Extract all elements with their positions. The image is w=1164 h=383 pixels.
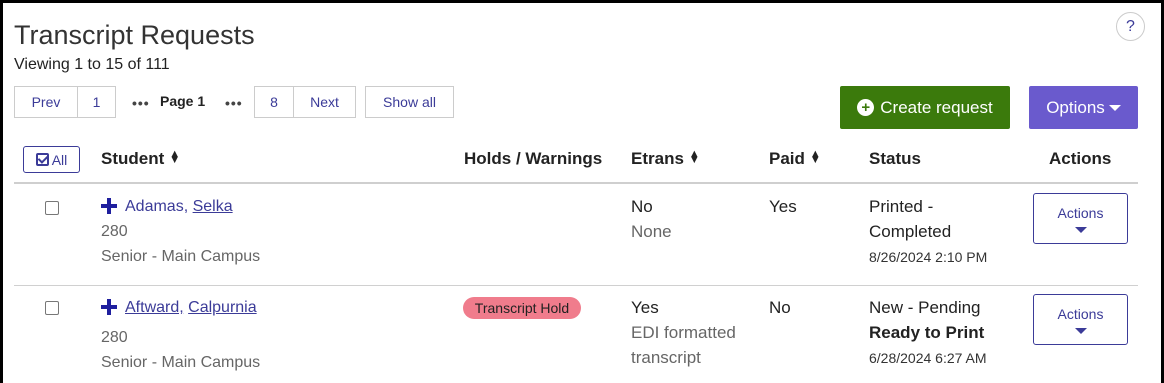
student-program: Senior - Main Campus: [101, 248, 261, 265]
request-date: 6/28/2024 6:27 AM: [869, 350, 987, 366]
etrans-column-header[interactable]: Etrans ▲ ▼: [631, 149, 700, 169]
header-divider: [14, 182, 1138, 184]
status-line-2: Ready to Print: [869, 323, 985, 342]
row-actions-button[interactable]: Actions: [1033, 294, 1128, 345]
row-checkbox[interactable]: [45, 301, 59, 315]
prev-page-button[interactable]: Prev: [14, 86, 78, 118]
paid-header-label: Paid: [769, 149, 805, 168]
current-page-label: Page 1: [160, 93, 206, 109]
plus-circle-icon: +: [857, 99, 875, 116]
student-id: 280: [101, 329, 128, 346]
pagination-ellipsis-left: •••: [132, 95, 150, 111]
expand-plus-icon[interactable]: [101, 299, 117, 315]
sort-icon: ▲ ▼: [809, 148, 821, 166]
options-label: Options: [1046, 97, 1105, 117]
options-dropdown-button[interactable]: Options: [1029, 86, 1138, 129]
create-request-button[interactable]: + Create request: [840, 86, 1010, 129]
page-8-button[interactable]: 8: [254, 86, 294, 118]
hold-badge: Transcript Hold: [463, 297, 581, 319]
status-column-header: Status: [869, 149, 921, 168]
etrans-format: None: [631, 222, 672, 241]
student-name-link[interactable]: Aftward, Calpurnia: [125, 299, 257, 317]
status-line-1: Printed -: [869, 197, 934, 216]
student-program: Senior - Main Campus: [101, 354, 261, 371]
sort-icon: ▲ ▼: [169, 148, 181, 166]
create-request-label: Create request: [880, 97, 993, 117]
etrans-value: No: [631, 197, 653, 216]
student-last-name: Adamas,: [125, 198, 189, 215]
holds-column-header: Holds / Warnings: [464, 149, 603, 168]
student-name-link[interactable]: Adamas, Selka: [125, 198, 233, 216]
paid-value: Yes: [769, 197, 797, 216]
etrans-format-continued: transcript: [631, 348, 701, 367]
row-actions-label: Actions: [1057, 204, 1104, 221]
pagination-ellipsis-right: •••: [225, 95, 243, 111]
etrans-header-label: Etrans: [631, 149, 684, 168]
expand-plus-icon[interactable]: [101, 198, 117, 214]
show-all-button[interactable]: Show all: [365, 86, 454, 118]
checkbox-icon: [35, 153, 49, 166]
paid-value: No: [769, 298, 791, 317]
student-header-label: Student: [101, 149, 165, 168]
pagination-left: Prev 1: [14, 86, 116, 118]
student-first-name: Selka: [192, 198, 233, 215]
viewing-count: Viewing 1 to 15 of 111: [14, 56, 170, 73]
sort-icon: ▲ ▼: [688, 148, 700, 166]
page-title: Transcript Requests: [14, 20, 255, 50]
student-column-header[interactable]: Student ▲ ▼: [101, 149, 180, 169]
student-last-name: Aftward,: [125, 299, 184, 316]
etrans-value: Yes: [631, 298, 659, 317]
caret-down-icon: [1108, 104, 1121, 111]
pagination-right: 8 Next: [254, 86, 356, 118]
page-1-button[interactable]: 1: [78, 86, 116, 118]
status-line-2: Completed: [869, 222, 952, 241]
row-checkbox[interactable]: [45, 201, 59, 215]
caret-down-icon: [1074, 226, 1087, 233]
paid-column-header[interactable]: Paid ▲ ▼: [769, 149, 821, 169]
next-page-button[interactable]: Next: [294, 86, 356, 118]
row-divider: [14, 285, 1138, 286]
actions-column-header: Actions: [1049, 149, 1112, 168]
etrans-format: EDI formatted: [631, 323, 736, 342]
select-all-button[interactable]: All: [23, 146, 80, 173]
row-actions-label: Actions: [1057, 305, 1104, 322]
help-button[interactable]: ?: [1116, 12, 1145, 41]
student-first-name: Calpurnia: [188, 299, 257, 316]
student-id: 280: [101, 223, 128, 240]
row-actions-button[interactable]: Actions: [1033, 193, 1128, 244]
status-line-1: New - Pending: [869, 298, 981, 317]
caret-down-icon: [1074, 327, 1087, 334]
request-date: 8/26/2024 2:10 PM: [869, 249, 988, 265]
transcript-requests-panel: Transcript Requests Viewing 1 to 15 of 1…: [0, 0, 1164, 383]
select-all-label: All: [51, 151, 68, 168]
